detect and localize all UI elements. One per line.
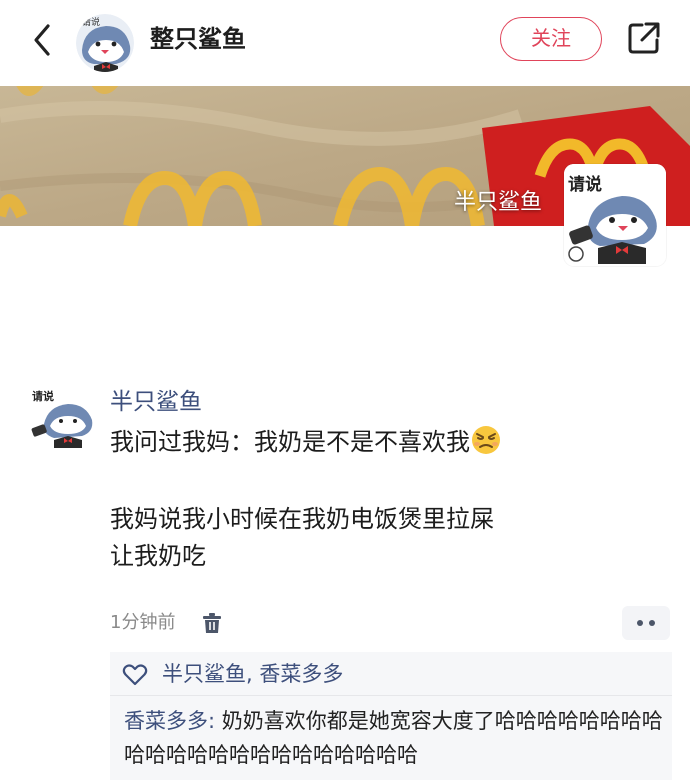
reply-author[interactable]: 香菜多多: xyxy=(124,709,215,733)
user-avatar[interactable]: 请说 xyxy=(76,14,134,72)
persevering-face-emoji-icon xyxy=(472,426,500,454)
trash-icon[interactable] xyxy=(202,612,222,634)
shark-reporter-icon: 请说 xyxy=(564,164,666,266)
comment-author[interactable]: 半只鲨鱼 xyxy=(110,386,202,418)
comment-timestamp: 1分钟前 xyxy=(110,612,176,633)
top-bar: 请说 整只鲨鱼 关注 xyxy=(0,0,690,86)
page-title: 整只鲨鱼 xyxy=(150,25,246,53)
banner-caption: 半只鲨鱼 xyxy=(454,190,543,215)
share-icon[interactable] xyxy=(626,20,662,56)
shark-avatar-icon: 请说 xyxy=(76,14,134,72)
more-options-button[interactable] xyxy=(622,606,670,640)
comment-line-1: 我问过我妈：我奶是不是不喜欢我 xyxy=(110,428,470,456)
comment-line-3: 让我奶吃 xyxy=(110,542,206,570)
comment-avatar-scribble: 请说 xyxy=(32,389,54,403)
commenter-avatar-icon[interactable]: 请说 xyxy=(30,386,96,448)
reply-item[interactable]: 香菜多多: 奶奶喜欢你都是她宽容大度了哈哈哈哈哈哈哈哈哈哈哈哈哈哈哈哈哈哈哈哈哈… xyxy=(124,704,664,772)
card-scribble: 请说 xyxy=(568,174,602,195)
comment-line-2: 我妈说我小时候在我奶电饭煲里拉屎 xyxy=(110,505,494,533)
back-arrow-icon[interactable] xyxy=(26,20,60,60)
profile-card[interactable]: 请说 xyxy=(564,164,666,266)
avatar-scribble: 请说 xyxy=(82,16,100,28)
likes-and-replies: 半只鲨鱼, 香菜多多 香菜多多: 奶奶喜欢你都是她宽容大度了哈哈哈哈哈哈哈哈哈哈… xyxy=(110,652,672,780)
dot-icon xyxy=(649,620,655,626)
comment-text: 我问过我妈：我奶是不是不喜欢我 我妈说我小时候在我奶电饭煲里拉屎 让我奶吃 xyxy=(110,424,650,575)
follow-button[interactable]: 关注 xyxy=(500,17,602,61)
dot-icon xyxy=(637,620,643,626)
likes-row: 半只鲨鱼, 香菜多多 xyxy=(110,652,672,696)
heart-icon[interactable] xyxy=(122,663,148,687)
likers-list[interactable]: 半只鲨鱼, 香菜多多 xyxy=(162,659,343,689)
